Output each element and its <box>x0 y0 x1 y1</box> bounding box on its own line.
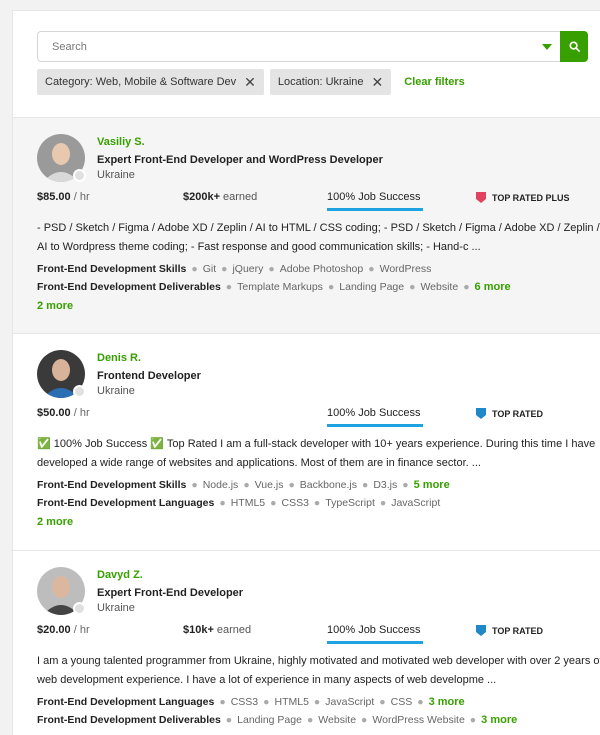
status-dot <box>73 602 86 615</box>
filter-chip-location[interactable]: Location: Ukraine ✕ <box>269 69 392 95</box>
freelancer-description: I am a young talented programmer from Uk… <box>37 655 600 686</box>
search-input[interactable] <box>52 40 542 53</box>
stats-row: $85.00 / hr $200k+ earned 100% Job Succes… <box>37 189 600 211</box>
earnings: $200k+ earned <box>183 191 258 203</box>
freelancer-title: Expert Front-End Developer and WordPress… <box>97 154 383 166</box>
filter-chip-label: Category: Web, Mobile & Software Dev <box>45 76 237 88</box>
filter-area: Category: Web, Mobile & Software Dev ✕ L… <box>13 11 600 118</box>
more-link[interactable]: 5 more <box>414 479 450 491</box>
more-link[interactable]: 3 more <box>481 714 517 726</box>
skill-tag[interactable]: Adobe Photoshop <box>280 263 364 275</box>
skills-row: Front-End Development Skills ● Node.js ● Vue… <box>37 479 450 491</box>
freelancer-country: Ukraine <box>97 385 135 397</box>
search-icon <box>568 41 580 52</box>
hourly-rate: $20.00 / hr <box>37 624 90 636</box>
freelancer-country: Ukraine <box>97 602 135 614</box>
filter-chip-label: Location: Ukraine <box>277 76 364 88</box>
skill-tag[interactable]: D3.js <box>373 479 397 491</box>
skill-tag[interactable]: Vue.js <box>255 479 284 491</box>
freelancer-title: Expert Front-End Developer <box>97 587 244 599</box>
job-success-bar <box>327 424 423 427</box>
freelancer-card[interactable]: Davyd Z. Expert Front-End Developer Ukra… <box>13 551 600 735</box>
badge-plus-icon <box>476 192 486 203</box>
badge-icon <box>476 408 486 419</box>
skill-tag[interactable]: WordPress Website <box>372 714 464 726</box>
freelancer-description: - PSD / Sketch / Figma / Adobe XD / Zepl… <box>37 222 600 253</box>
languages-row: Front-End Development Languages ● HTML5 ● CS… <box>37 497 441 509</box>
freelancer-name[interactable]: Davyd Z. <box>97 569 243 581</box>
earnings: $10k+ earned <box>183 624 252 636</box>
skill-tag[interactable]: JavaScript <box>391 497 440 509</box>
skill-tag[interactable]: Website <box>318 714 356 726</box>
results-panel: Category: Web, Mobile & Software Dev ✕ L… <box>12 10 600 735</box>
skill-tag[interactable]: WordPress <box>380 263 432 275</box>
more-link[interactable]: 3 more <box>429 696 465 708</box>
languages-row: Front-End Development Languages ● CSS3 ● HTM… <box>37 696 465 708</box>
deliverables-row: Front-End Development Deliverables ● Templ… <box>37 281 511 293</box>
avatar[interactable] <box>37 567 86 615</box>
freelancer-name[interactable]: Denis R. <box>97 352 201 364</box>
job-success-bar <box>327 641 423 644</box>
freelancer-description: ✅ 100% Job Success ✅ Top Rated I am a fu… <box>37 438 596 469</box>
freelancer-country: Ukraine <box>97 169 135 181</box>
job-success: 100% Job Success <box>327 191 423 211</box>
search-button[interactable] <box>560 31 588 62</box>
chevron-down-icon[interactable] <box>542 43 552 50</box>
freelancer-card[interactable]: Denis R. Frontend Developer Ukraine $50.… <box>13 334 600 551</box>
badge-top-rated: TOP RATED <box>475 407 543 420</box>
badge-icon <box>476 625 486 636</box>
freelancer-card[interactable]: Vasiliy S. Expert Front-End Developer an… <box>13 118 600 334</box>
search-box[interactable] <box>37 31 560 62</box>
skill-tag[interactable]: Landing Page <box>339 281 404 293</box>
skill-tag[interactable]: CSS3 <box>281 497 308 509</box>
skills-row: Front-End Development Skills ● Git ● jQuery ●… <box>37 263 432 275</box>
status-dot <box>73 385 86 398</box>
status-dot <box>73 169 86 182</box>
skill-tag[interactable]: Backbone.js <box>300 479 357 491</box>
hourly-rate: $85.00 / hr <box>37 191 90 203</box>
badge-top-rated-plus: TOP RATED PLUS <box>475 191 570 204</box>
close-icon[interactable]: ✕ <box>372 75 384 89</box>
filter-chips: Category: Web, Mobile & Software Dev ✕ L… <box>37 69 588 95</box>
skill-tag[interactable]: TypeScript <box>325 497 375 509</box>
close-icon[interactable]: ✕ <box>244 75 256 89</box>
more-link[interactable]: 6 more <box>475 281 511 293</box>
skill-tag[interactable]: Website <box>420 281 458 293</box>
more-link[interactable]: 2 more <box>37 300 73 312</box>
skill-tag[interactable]: HTML5 <box>274 696 308 708</box>
deliverables-row: Front-End Development Deliverables ● Landi… <box>37 714 518 726</box>
skill-tag[interactable]: CSS3 <box>231 696 258 708</box>
stats-row: $20.00 / hr $10k+ earned 100% Job Success… <box>37 622 600 644</box>
left-strip <box>0 0 12 735</box>
skill-tag[interactable]: Template Markups <box>237 281 323 293</box>
more-link[interactable]: 2 more <box>37 516 73 528</box>
skill-tag[interactable]: Landing Page <box>237 714 302 726</box>
skill-tag[interactable]: JavaScript <box>325 696 374 708</box>
skill-tag[interactable]: jQuery <box>232 263 263 275</box>
skill-tag[interactable]: CSS <box>391 696 413 708</box>
filter-chip-category[interactable]: Category: Web, Mobile & Software Dev ✕ <box>37 69 264 95</box>
avatar[interactable] <box>37 134 86 182</box>
freelancer-name[interactable]: Vasiliy S. <box>97 136 383 148</box>
hourly-rate: $50.00 / hr <box>37 407 90 419</box>
stats-row: $50.00 / hr 100% Job Success TOP RATED <box>37 405 600 427</box>
badge-top-rated: TOP RATED <box>475 624 543 637</box>
job-success-bar <box>327 208 423 211</box>
freelancer-title: Frontend Developer <box>97 370 201 382</box>
avatar[interactable] <box>37 350 86 398</box>
job-success: 100% Job Success <box>327 407 423 427</box>
skill-tag[interactable]: Node.js <box>203 479 239 491</box>
search-row <box>37 31 588 62</box>
skill-tag[interactable]: HTML5 <box>231 497 265 509</box>
skill-tag[interactable]: Git <box>203 263 216 275</box>
job-success: 100% Job Success <box>327 624 423 644</box>
clear-filters-link[interactable]: Clear filters <box>404 76 465 88</box>
